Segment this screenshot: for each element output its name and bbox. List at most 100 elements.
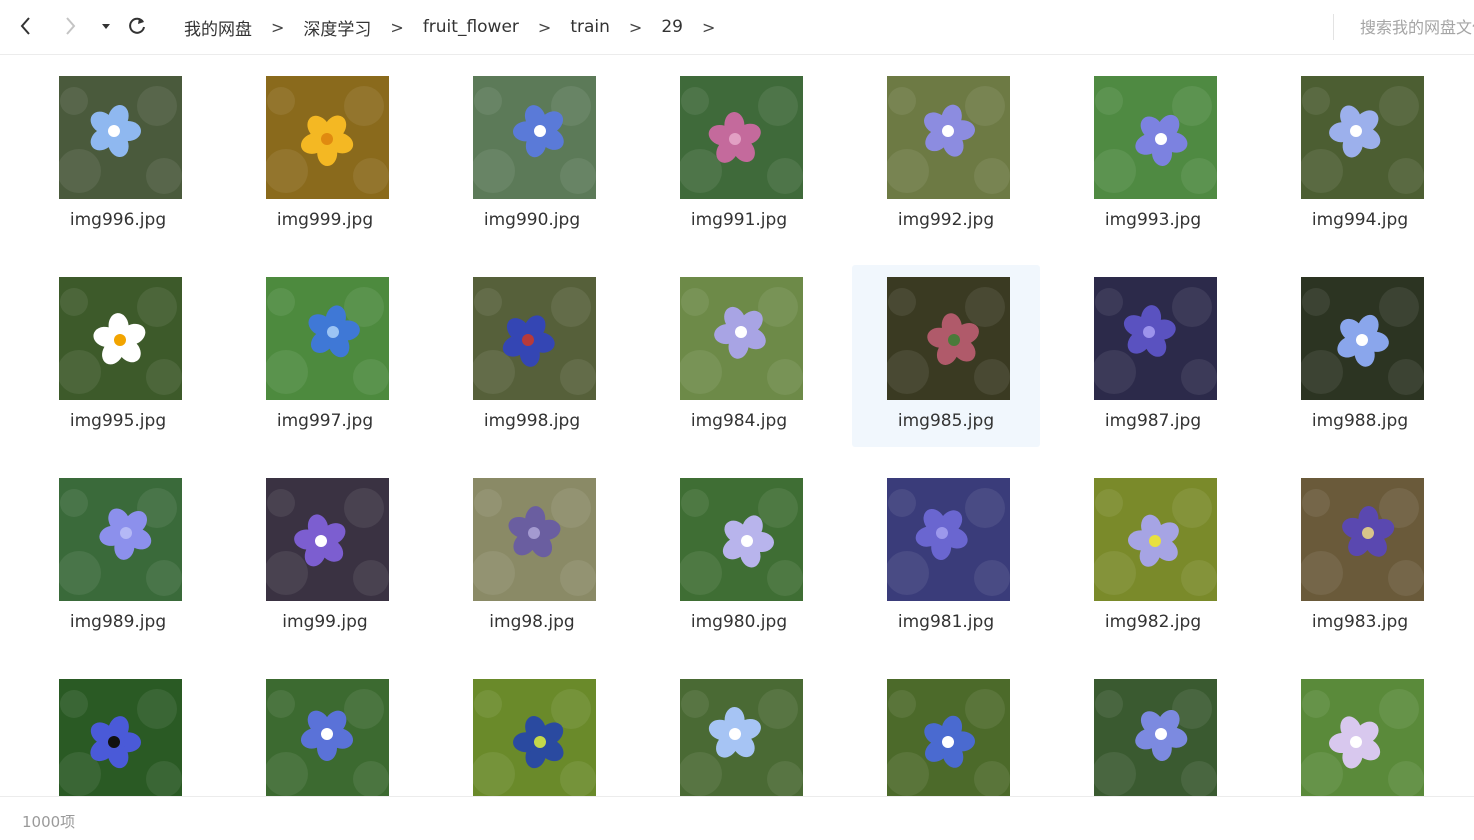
file-thumbnail <box>680 478 803 601</box>
file-thumbnail <box>1301 679 1424 796</box>
file-thumbnail <box>1301 277 1424 400</box>
breadcrumb: 我的网盘 > 深度学习 > fruit_flower > train > 29 … <box>184 0 734 54</box>
file-item[interactable]: img997.jpg <box>231 265 419 447</box>
file-item[interactable]: img982.jpg <box>1059 466 1247 648</box>
file-thumbnail <box>887 76 1010 199</box>
file-thumbnail <box>59 478 182 601</box>
file-item[interactable]: img981.jpg <box>852 466 1040 648</box>
file-thumbnail <box>1301 478 1424 601</box>
file-item[interactable]: img993.jpg <box>1059 64 1247 246</box>
file-item[interactable]: img990.jpg <box>438 64 626 246</box>
file-name: img992.jpg <box>897 210 995 230</box>
caret-down-icon <box>100 21 112 31</box>
file-name: img990.jpg <box>483 210 581 230</box>
file-thumbnail <box>887 277 1010 400</box>
breadcrumb-item-fruit-flower[interactable]: fruit_flower <box>423 17 519 37</box>
file-item[interactable] <box>1059 667 1247 796</box>
file-item[interactable]: img99.jpg <box>231 466 419 648</box>
file-name: img987.jpg <box>1104 411 1202 431</box>
file-item[interactable] <box>231 667 419 796</box>
file-grid: img996.jpg img999.jpg img990.jpg img991.jpg… <box>0 54 1474 796</box>
breadcrumb-item-deep-learning[interactable]: 深度学习 <box>303 15 371 40</box>
file-thumbnail <box>887 478 1010 601</box>
file-item[interactable] <box>1266 667 1454 796</box>
item-count: 1000项 <box>22 813 76 831</box>
file-thumbnail <box>887 679 1010 796</box>
breadcrumb-separator[interactable]: > <box>702 18 715 37</box>
file-thumbnail <box>680 679 803 796</box>
file-item[interactable]: img996.jpg <box>24 64 212 246</box>
file-name: img981.jpg <box>897 612 995 632</box>
file-item[interactable]: img992.jpg <box>852 64 1040 246</box>
file-item[interactable]: img984.jpg <box>645 265 833 447</box>
refresh-icon <box>126 15 148 37</box>
back-button[interactable] <box>10 10 42 42</box>
file-thumbnail <box>1094 478 1217 601</box>
file-thumbnail <box>266 478 389 601</box>
file-name: img999.jpg <box>276 210 374 230</box>
status-bar: 1000项 <box>0 796 1474 840</box>
file-item[interactable]: img988.jpg <box>1266 265 1454 447</box>
breadcrumb-separator: > <box>390 17 404 37</box>
file-item[interactable]: img994.jpg <box>1266 64 1454 246</box>
file-item[interactable]: img987.jpg <box>1059 265 1247 447</box>
file-item[interactable]: img985.jpg <box>852 265 1040 447</box>
file-item[interactable]: img999.jpg <box>231 64 419 246</box>
chevron-right-icon <box>62 16 78 36</box>
file-thumbnail <box>1094 679 1217 796</box>
breadcrumb-separator: > <box>628 17 643 37</box>
file-name: img985.jpg <box>897 411 995 431</box>
file-item[interactable]: img991.jpg <box>645 64 833 246</box>
file-name: img991.jpg <box>690 210 788 230</box>
file-thumbnail <box>59 76 182 199</box>
file-name: img988.jpg <box>1311 411 1409 431</box>
file-item[interactable] <box>438 667 626 796</box>
file-item[interactable]: img98.jpg <box>438 466 626 648</box>
file-item[interactable]: img998.jpg <box>438 265 626 447</box>
file-item[interactable]: img980.jpg <box>645 466 833 648</box>
breadcrumb-item-train[interactable]: train <box>570 17 610 37</box>
file-thumbnail <box>59 277 182 400</box>
file-thumbnail <box>473 277 596 400</box>
file-name: img994.jpg <box>1311 210 1409 230</box>
file-name: img995.jpg <box>69 411 167 431</box>
file-name: img997.jpg <box>276 411 374 431</box>
chevron-left-icon <box>18 16 34 36</box>
breadcrumb-item-29[interactable]: 29 <box>661 17 683 37</box>
file-thumbnail <box>473 679 596 796</box>
file-thumbnail <box>1094 277 1217 400</box>
forward-button[interactable] <box>54 10 86 42</box>
file-thumbnail <box>1094 76 1217 199</box>
file-item[interactable]: img983.jpg <box>1266 466 1454 648</box>
file-name: img98.jpg <box>489 612 575 632</box>
file-name: img989.jpg <box>69 612 167 632</box>
breadcrumb-separator: > <box>271 17 285 37</box>
file-item[interactable] <box>852 667 1040 796</box>
file-thumbnail <box>266 679 389 796</box>
breadcrumb-separator: > <box>537 17 552 37</box>
file-item[interactable]: img995.jpg <box>24 265 212 447</box>
breadcrumb-item-my-drive[interactable]: 我的网盘 <box>184 15 252 40</box>
file-name: img982.jpg <box>1104 612 1202 632</box>
file-thumbnail <box>680 76 803 199</box>
file-name: img996.jpg <box>69 210 167 230</box>
history-dropdown-button[interactable] <box>90 10 122 42</box>
file-name: img993.jpg <box>1104 210 1202 230</box>
file-item[interactable] <box>24 667 212 796</box>
refresh-button[interactable] <box>121 10 153 42</box>
file-thumbnail <box>266 277 389 400</box>
file-thumbnail <box>680 277 803 400</box>
file-thumbnail <box>1301 76 1424 199</box>
file-item[interactable] <box>645 667 833 796</box>
file-name: img998.jpg <box>483 411 581 431</box>
file-item[interactable]: img989.jpg <box>24 466 212 648</box>
toolbar-divider <box>1333 14 1334 40</box>
search-input[interactable] <box>1360 14 1474 40</box>
file-name: img980.jpg <box>690 612 788 632</box>
toolbar: 我的网盘 > 深度学习 > fruit_flower > train > 29 … <box>0 0 1474 55</box>
file-name: img99.jpg <box>282 612 368 632</box>
file-thumbnail <box>59 679 182 796</box>
file-thumbnail <box>266 76 389 199</box>
file-thumbnail <box>473 76 596 199</box>
file-thumbnail <box>473 478 596 601</box>
